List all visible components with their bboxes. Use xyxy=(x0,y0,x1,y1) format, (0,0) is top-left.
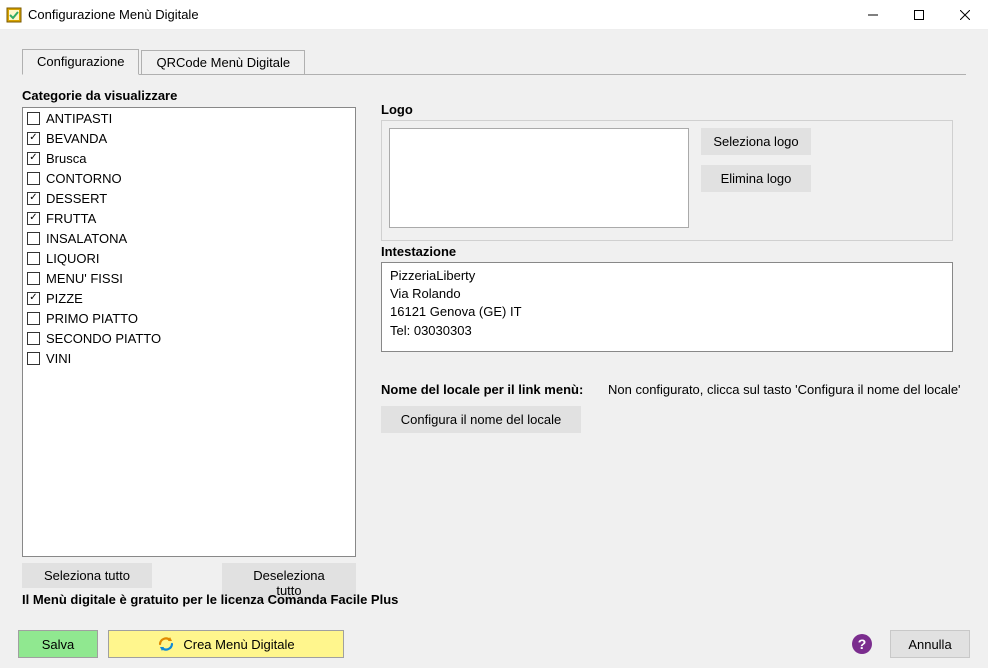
category-checkbox[interactable]: ✓ xyxy=(27,132,40,145)
category-label: BEVANDA xyxy=(46,131,107,146)
category-checkbox[interactable] xyxy=(27,112,40,125)
category-label: DESSERT xyxy=(46,191,107,206)
category-item[interactable]: INSALATONA xyxy=(23,228,355,248)
category-checkbox[interactable] xyxy=(27,312,40,325)
categories-list[interactable]: ANTIPASTI ✓ BEVANDA ✓ Brusca CONTORNO ✓ DESSERT… xyxy=(22,107,356,557)
create-menu-label: Crea Menù Digitale xyxy=(183,637,294,652)
category-label: PRIMO PIATTO xyxy=(46,311,138,326)
link-value: Non configurato, clicca sul tasto 'Confi… xyxy=(608,382,961,397)
category-item[interactable]: ✓ BEVANDA xyxy=(23,128,355,148)
license-note: Il Menù digitale è gratuito per le licen… xyxy=(22,592,398,607)
category-label: FRUTTA xyxy=(46,211,96,226)
select-logo-button[interactable]: Seleziona logo xyxy=(701,128,811,155)
category-item[interactable]: CONTORNO xyxy=(23,168,355,188)
tabs: Configurazione QRCode Menù Digitale xyxy=(22,48,307,74)
cancel-button[interactable]: Annulla xyxy=(890,630,970,658)
category-item[interactable]: ✓ DESSERT xyxy=(23,188,355,208)
minimize-button[interactable] xyxy=(850,0,896,30)
window-title: Configurazione Menù Digitale xyxy=(28,7,199,22)
cancel-button-label: Annulla xyxy=(908,637,951,652)
logo-panel: Seleziona logo Elimina logo xyxy=(381,120,953,241)
category-checkbox[interactable]: ✓ xyxy=(27,292,40,305)
titlebar: Configurazione Menù Digitale xyxy=(0,0,988,30)
category-label: VINI xyxy=(46,351,71,366)
category-item[interactable]: ✓ PIZZE xyxy=(23,288,355,308)
category-checkbox[interactable] xyxy=(27,252,40,265)
maximize-button[interactable] xyxy=(896,0,942,30)
category-label: PIZZE xyxy=(46,291,83,306)
close-button[interactable] xyxy=(942,0,988,30)
category-label: MENU' FISSI xyxy=(46,271,123,286)
tab-configurazione[interactable]: Configurazione xyxy=(22,49,139,75)
logo-preview xyxy=(389,128,689,228)
logo-heading: Logo xyxy=(381,102,413,117)
category-label: ANTIPASTI xyxy=(46,111,112,126)
app-icon xyxy=(6,7,22,23)
intestazione-textarea[interactable] xyxy=(381,262,953,352)
category-checkbox[interactable] xyxy=(27,172,40,185)
link-label: Nome del locale per il link menù: xyxy=(381,382,583,397)
select-all-button[interactable]: Seleziona tutto xyxy=(22,563,152,588)
category-label: SECONDO PIATTO xyxy=(46,331,161,346)
category-checkbox[interactable] xyxy=(27,352,40,365)
tab-underline xyxy=(22,74,966,75)
category-checkbox[interactable]: ✓ xyxy=(27,192,40,205)
category-checkbox[interactable] xyxy=(27,272,40,285)
category-label: CONTORNO xyxy=(46,171,122,186)
category-item[interactable]: ✓ Brusca xyxy=(23,148,355,168)
category-item[interactable]: LIQUORI xyxy=(23,248,355,268)
delete-logo-button[interactable]: Elimina logo xyxy=(701,165,811,192)
category-label: Brusca xyxy=(46,151,86,166)
category-item[interactable]: ✓ FRUTTA xyxy=(23,208,355,228)
save-button[interactable]: Salva xyxy=(18,630,98,658)
category-item[interactable]: ANTIPASTI xyxy=(23,108,355,128)
intestazione-heading: Intestazione xyxy=(381,244,456,259)
refresh-icon xyxy=(157,635,175,653)
configure-name-button[interactable]: Configura il nome del locale xyxy=(381,406,581,433)
categories-heading: Categorie da visualizzare xyxy=(22,88,177,103)
help-icon[interactable]: ? xyxy=(852,634,872,654)
category-label: LIQUORI xyxy=(46,251,99,266)
category-item[interactable]: VINI xyxy=(23,348,355,368)
create-menu-button[interactable]: Crea Menù Digitale xyxy=(108,630,344,658)
category-checkbox[interactable] xyxy=(27,232,40,245)
category-item[interactable]: MENU' FISSI xyxy=(23,268,355,288)
tab-qrcode[interactable]: QRCode Menù Digitale xyxy=(141,50,305,75)
category-checkbox[interactable] xyxy=(27,332,40,345)
save-button-label: Salva xyxy=(42,637,75,652)
category-label: INSALATONA xyxy=(46,231,127,246)
category-checkbox[interactable]: ✓ xyxy=(27,212,40,225)
category-checkbox[interactable]: ✓ xyxy=(27,152,40,165)
category-item[interactable]: SECONDO PIATTO xyxy=(23,328,355,348)
bottom-bar: Salva Crea Menù Digitale ? Annulla xyxy=(0,620,988,668)
category-item[interactable]: PRIMO PIATTO xyxy=(23,308,355,328)
